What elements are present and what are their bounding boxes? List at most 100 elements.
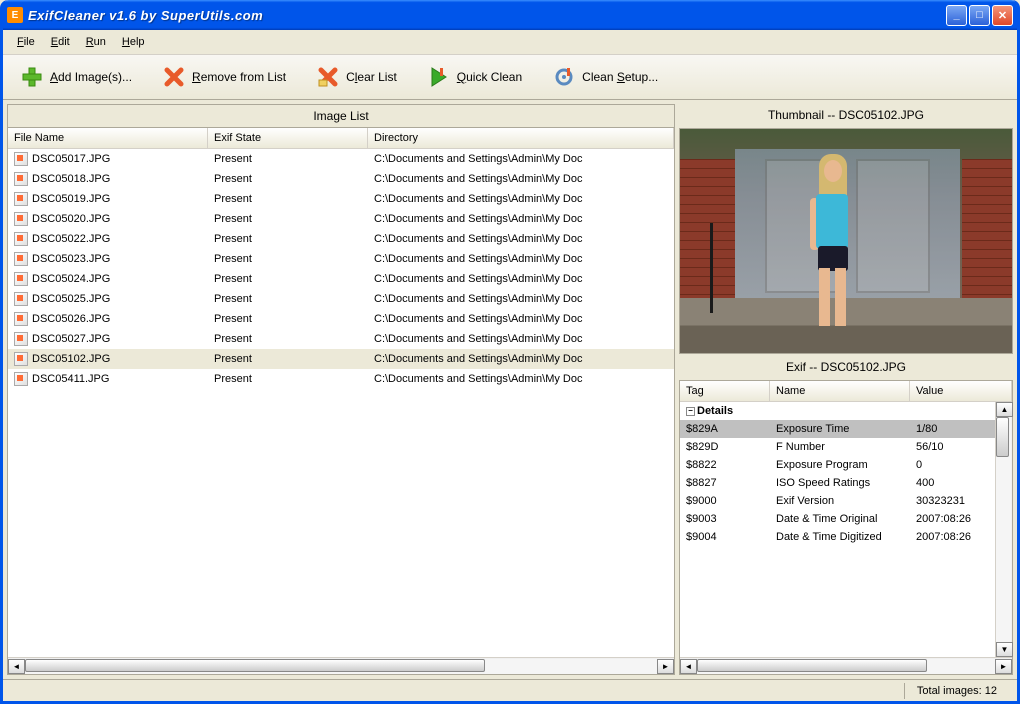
close-button[interactable]: ✕ [992,5,1013,26]
exif-rows[interactable]: − Details$829AExposure Time1/80$829DF Nu… [680,402,995,657]
table-row[interactable]: DSC05102.JPGPresentC:\Documents and Sett… [8,349,674,369]
maximize-button[interactable]: □ [969,5,990,26]
cell-state: Present [208,271,368,287]
cell-value: 2007:08:26 [910,530,995,544]
exif-panel: Tag Name Value − Details$829AExposure Ti… [679,380,1013,675]
cell-value: 1/80 [910,422,995,436]
image-list-headers: File Name Exif State Directory [8,128,674,149]
cell-dir: C:\Documents and Settings\Admin\My Doc [368,291,674,307]
image-file-icon [14,352,28,366]
col-exifstate[interactable]: Exif State [208,128,368,148]
image-file-icon [14,252,28,266]
exif-scroll-left[interactable]: ◄ [680,659,697,674]
table-row[interactable]: DSC05019.JPGPresentC:\Documents and Sett… [8,189,674,209]
scroll-up-button[interactable]: ▲ [996,402,1013,417]
exif-scroll-right[interactable]: ► [995,659,1012,674]
scroll-left-button[interactable]: ◄ [8,659,25,674]
exif-group-row[interactable]: − Details [680,402,995,420]
col-directory[interactable]: Directory [368,128,674,148]
cell-dir: C:\Documents and Settings\Admin\My Doc [368,251,674,267]
scroll-down-button[interactable]: ▼ [996,642,1013,657]
window-title: ExifCleaner v1.6 by SuperUtils.com [28,8,946,23]
clean-setup-button[interactable]: Clean Setup... [543,61,667,93]
exif-row[interactable]: $8827ISO Speed Ratings400 [680,474,995,492]
scroll-thumb[interactable] [25,659,485,672]
clear-list-label: Clear List [346,70,397,84]
gear-icon [552,65,576,89]
cell-name: Date & Time Original [770,512,910,526]
play-icon [427,65,451,89]
cell-tag: $9004 [680,530,770,544]
menu-file[interactable]: File [11,34,41,50]
exif-row[interactable]: $9003Date & Time Original2007:08:26 [680,510,995,528]
remove-from-list-button[interactable]: Remove from List [153,61,295,93]
collapse-icon[interactable]: − [686,407,695,416]
clear-list-button[interactable]: Clear List [307,61,406,93]
menu-run[interactable]: Run [80,34,112,50]
col-tag[interactable]: Tag [680,381,770,401]
col-filename[interactable]: File Name [8,128,208,148]
quick-clean-button[interactable]: Quick Clean [418,61,531,93]
cell-value: 56/10 [910,440,995,454]
table-row[interactable]: DSC05411.JPGPresentC:\Documents and Sett… [8,369,674,389]
menu-help[interactable]: Help [116,34,151,50]
vscroll-thumb[interactable] [996,417,1009,457]
image-file-icon [14,172,28,186]
cell-filename: DSC05022.JPG [8,231,208,247]
exif-hscrollbar[interactable]: ◄ ► [680,657,1012,674]
quick-clean-label: Quick Clean [457,70,522,84]
col-name[interactable]: Name [770,381,910,401]
table-row[interactable]: DSC05024.JPGPresentC:\Documents and Sett… [8,269,674,289]
cell-state: Present [208,351,368,367]
menu-edit[interactable]: Edit [45,34,76,50]
cell-state: Present [208,211,368,227]
exif-row[interactable]: $829DF Number56/10 [680,438,995,456]
scroll-track[interactable] [25,659,657,674]
remove-from-list-label: Remove from List [192,70,286,84]
image-file-icon [14,372,28,386]
image-file-icon [14,272,28,286]
cell-dir: C:\Documents and Settings\Admin\My Doc [368,351,674,367]
file-list[interactable]: DSC05017.JPGPresentC:\Documents and Sett… [8,149,674,657]
exif-vscrollbar[interactable]: ▲ ▼ [995,402,1012,657]
cell-filename: DSC05023.JPG [8,251,208,267]
exif-row[interactable]: $9000Exif Version30323231 [680,492,995,510]
minimize-button[interactable]: _ [946,5,967,26]
image-file-icon [14,312,28,326]
cell-state: Present [208,251,368,267]
table-row[interactable]: DSC05022.JPGPresentC:\Documents and Sett… [8,229,674,249]
toolbar: Add Image(s)... Remove from List Clear L… [3,55,1017,100]
exif-row[interactable]: $9004Date & Time Digitized2007:08:26 [680,528,995,546]
cell-value: 2007:08:26 [910,512,995,526]
table-row[interactable]: DSC05026.JPGPresentC:\Documents and Sett… [8,309,674,329]
exif-hscroll-track[interactable] [697,659,995,674]
image-file-icon [14,232,28,246]
app-window: E ExifCleaner v1.6 by SuperUtils.com _ □… [0,0,1020,704]
vscroll-track[interactable] [996,417,1011,642]
scroll-right-button[interactable]: ► [657,659,674,674]
image-list-scrollbar[interactable]: ◄ ► [8,657,674,674]
image-list-title: Image List [8,105,674,128]
add-images-label: Add Image(s)... [50,70,132,84]
exif-row[interactable]: $829AExposure Time1/80 [680,420,995,438]
table-row[interactable]: DSC05027.JPGPresentC:\Documents and Sett… [8,329,674,349]
cell-dir: C:\Documents and Settings\Admin\My Doc [368,191,674,207]
cell-dir: C:\Documents and Settings\Admin\My Doc [368,311,674,327]
thumbnail-image [680,129,1012,353]
table-row[interactable]: DSC05018.JPGPresentC:\Documents and Sett… [8,169,674,189]
cell-dir: C:\Documents and Settings\Admin\My Doc [368,211,674,227]
table-row[interactable]: DSC05017.JPGPresentC:\Documents and Sett… [8,149,674,169]
table-row[interactable]: DSC05020.JPGPresentC:\Documents and Sett… [8,209,674,229]
titlebar[interactable]: E ExifCleaner v1.6 by SuperUtils.com _ □… [3,0,1017,30]
add-images-button[interactable]: Add Image(s)... [11,61,141,93]
plus-icon [20,65,44,89]
thumbnail-title: Thumbnail -- DSC05102.JPG [679,104,1013,126]
cell-tag: $829A [680,422,770,436]
image-file-icon [14,212,28,226]
exif-hscroll-thumb[interactable] [697,659,927,672]
window-controls: _ □ ✕ [946,5,1013,26]
table-row[interactable]: DSC05025.JPGPresentC:\Documents and Sett… [8,289,674,309]
exif-row[interactable]: $8822Exposure Program0 [680,456,995,474]
col-value[interactable]: Value [910,381,1012,401]
table-row[interactable]: DSC05023.JPGPresentC:\Documents and Sett… [8,249,674,269]
